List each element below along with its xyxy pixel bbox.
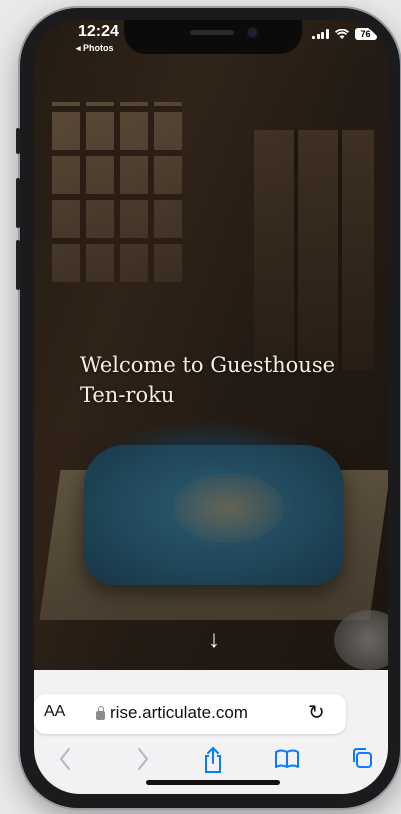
page-title: Welcome to Guesthouse Ten-roku [80,353,336,407]
chevron-left-icon[interactable] [58,746,72,772]
speaker-grille [190,30,234,35]
wifi-icon [334,28,349,39]
volume-down-button [16,240,20,290]
lock-icon [96,705,105,720]
url-text: rise.articulate.com [110,703,248,722]
text-size-button[interactable]: AA [44,703,65,721]
url-field[interactable]: rise.articulate.com [96,703,248,723]
floor-cushion [84,445,344,585]
phone-screen: Welcome to Guesthouse Ten-roku ↓ 12:24 ◂… [34,20,388,794]
status-time: 12:24 [78,23,119,40]
status-indicators: 76 [312,28,377,40]
notch [124,20,302,54]
browser-toolbar [34,744,388,778]
book-icon[interactable] [274,746,300,772]
tabs-icon[interactable] [350,746,374,770]
volume-up-button [16,178,20,228]
signal-icon [312,29,329,39]
battery-icon: 76 [354,28,377,40]
back-to-photos-link[interactable]: ◂ Photos [76,43,114,54]
browser-chrome: AA rise.articulate.com ↻ [34,670,388,794]
chevron-right-icon[interactable] [136,746,150,772]
silent-switch [16,128,20,154]
arrow-down-icon[interactable]: ↓ [202,626,226,654]
sliding-doors [254,130,374,370]
reload-icon[interactable]: ↻ [308,700,325,725]
tea-bowl [334,610,388,670]
front-camera [248,28,257,37]
shoji-window [52,102,182,282]
address-bar[interactable]: AA rise.articulate.com ↻ [34,694,346,734]
home-indicator [146,780,280,785]
share-icon[interactable] [202,746,224,774]
